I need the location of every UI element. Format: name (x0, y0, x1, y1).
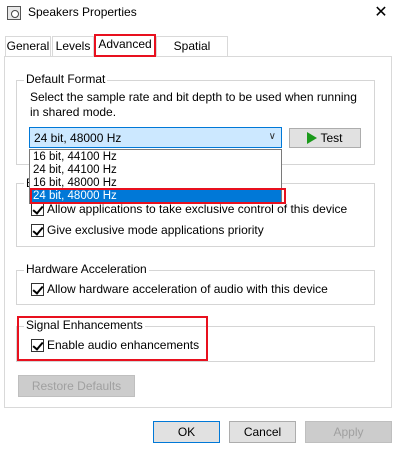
dropdown-option-selected[interactable]: 24 bit, 48000 Hz (30, 190, 281, 203)
restore-defaults-button[interactable]: Restore Defaults (18, 375, 135, 397)
close-button[interactable]: ✕ (364, 0, 398, 26)
allow-exclusive-label: Allow applications to take exclusive con… (47, 202, 348, 216)
tab-general[interactable]: General (5, 36, 51, 56)
window-title: Speakers Properties (28, 5, 137, 19)
default-format-label: Default Format (24, 72, 108, 86)
give-priority-label: Give exclusive mode applications priorit… (47, 223, 264, 237)
chevron-down-icon: ∨ (268, 131, 276, 142)
allow-hardware-acceleration-checkbox[interactable] (31, 283, 44, 296)
tab-levels[interactable]: Levels (52, 36, 94, 56)
dropdown-option[interactable]: 16 bit, 48000 Hz (30, 177, 281, 190)
enable-audio-enhancements-checkbox[interactable] (31, 339, 44, 352)
sample-rate-selected-value: 24 bit, 48000 Hz (34, 131, 122, 145)
dropdown-option[interactable]: 16 bit, 44100 Hz (30, 151, 281, 164)
apply-button[interactable]: Apply (305, 421, 392, 443)
sample-rate-dropdown-list: 16 bit, 44100 Hz 24 bit, 44100 Hz 16 bit… (29, 149, 282, 204)
allow-exclusive-checkbox[interactable] (31, 203, 44, 216)
signal-enhancements-label: Signal Enhancements (24, 318, 145, 332)
test-button[interactable]: Test (289, 128, 361, 148)
give-priority-checkbox[interactable] (31, 224, 44, 237)
test-button-label: Test (320, 131, 343, 145)
enable-audio-enhancements-label: Enable audio enhancements (47, 338, 200, 352)
tab-advanced[interactable]: Advanced (95, 34, 155, 56)
allow-hardware-acceleration-label: Allow hardware acceleration of audio wit… (47, 282, 328, 296)
dropdown-option[interactable]: 24 bit, 44100 Hz (30, 164, 281, 177)
sample-rate-select[interactable]: 24 bit, 48000 Hz ∨ (29, 127, 282, 148)
hardware-acceleration-label: Hardware Acceleration (24, 262, 149, 276)
title-bar: Speakers Properties ✕ (0, 0, 398, 28)
default-format-description: Select the sample rate and bit depth to … (30, 90, 357, 119)
play-icon (307, 131, 318, 144)
speaker-properties-icon (7, 6, 21, 20)
tab-spatial-sound[interactable]: Spatial sound (156, 36, 228, 71)
ok-button[interactable]: OK (153, 421, 220, 443)
cancel-button[interactable]: Cancel (229, 421, 296, 443)
